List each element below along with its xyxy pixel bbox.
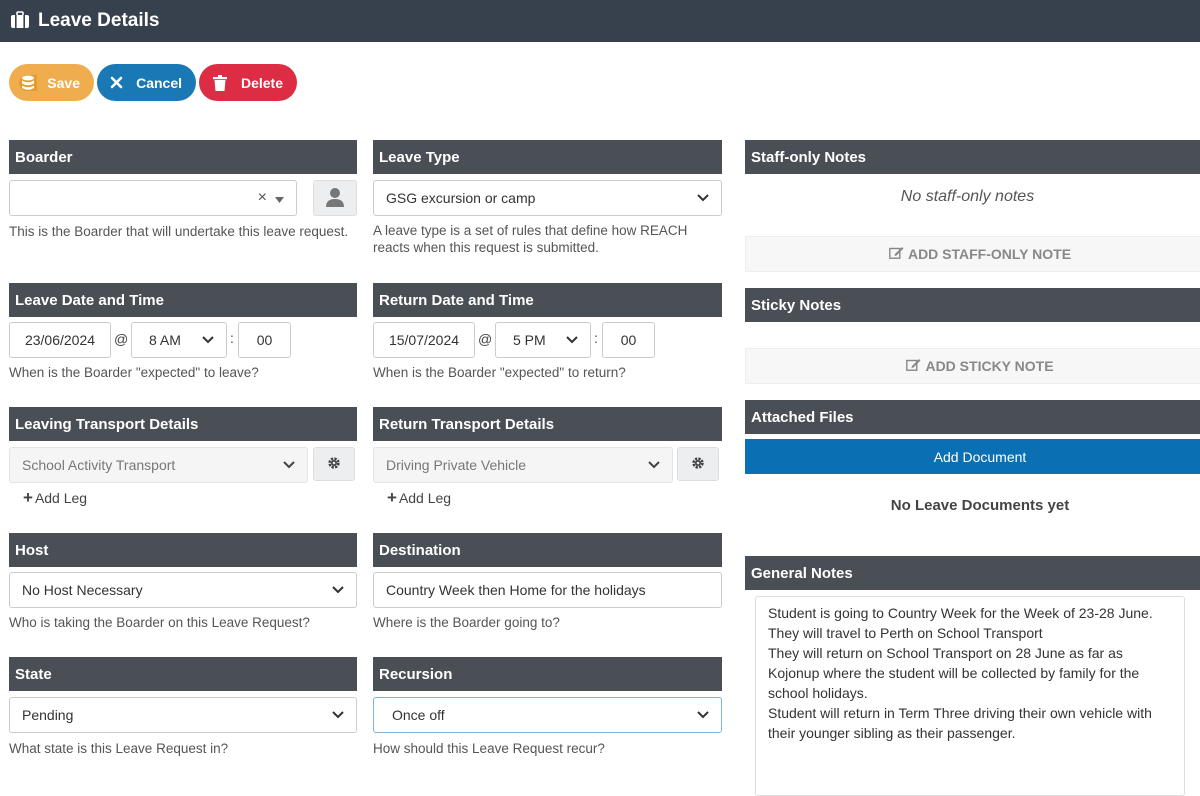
host-heading: Host	[9, 533, 357, 567]
leave-type-help: A leave type is a set of rules that defi…	[373, 223, 688, 255]
chevron-down-icon	[202, 334, 214, 346]
page-title: Leave Details	[38, 10, 160, 31]
save-label: Save	[47, 74, 80, 91]
state-heading: State	[9, 657, 357, 691]
suitcase-icon	[10, 10, 30, 32]
leave-type-value: GSG excursion or camp	[386, 190, 536, 206]
staff-notes-empty: No staff-only notes	[900, 188, 1035, 205]
leaving-transport-value: School Activity Transport	[22, 457, 176, 473]
chevron-down-icon	[697, 709, 709, 721]
chevron-down-icon	[697, 192, 709, 204]
return-add-leg-link[interactable]: + Add Leg	[387, 488, 451, 508]
add-staff-note-label: ADD STAFF-ONLY NOTE	[907, 246, 1072, 262]
state-value: Pending	[22, 707, 74, 723]
return-transport-settings-button[interactable]	[677, 447, 719, 481]
cancel-button[interactable]: Cancel	[97, 64, 196, 101]
close-icon	[107, 76, 126, 89]
state-select[interactable]: Pending	[9, 697, 357, 733]
chevron-down-icon	[283, 459, 295, 471]
general-notes-textarea[interactable]: Student is going to Country Week for the…	[755, 596, 1185, 796]
delete-button[interactable]: Delete	[199, 64, 297, 101]
add-sticky-note-label: ADD STICKY NOTE	[925, 358, 1054, 374]
leave-type-heading: Leave Type	[373, 140, 722, 174]
recursion-help: How should this Leave Request recur?	[373, 741, 605, 756]
destination-heading: Destination	[373, 533, 722, 567]
return-transport-value: Driving Private Vehicle	[386, 457, 527, 473]
leaving-add-leg-link[interactable]: + Add Leg	[23, 488, 87, 508]
cancel-label: Cancel	[136, 74, 182, 91]
return-hour-value: 5 PM	[513, 332, 546, 348]
host-value: No Host Necessary	[22, 582, 143, 598]
recursion-select[interactable]: Once off	[373, 697, 722, 733]
add-document-button[interactable]: Add Document	[745, 439, 1200, 474]
destination-help: Where is the Boarder going to?	[373, 615, 560, 630]
gear-icon	[691, 456, 705, 473]
chevron-down-icon	[648, 459, 660, 471]
leave-at-label: @	[114, 331, 129, 347]
leave-minute-input[interactable]: 00	[238, 322, 291, 358]
destination-input[interactable]: Country Week then Home for the holidays	[373, 572, 722, 608]
return-hour-select[interactable]: 5 PM	[495, 322, 591, 358]
trash-icon	[209, 74, 231, 91]
return-at-label: @	[478, 331, 493, 347]
leave-hour-select[interactable]: 8 AM	[131, 322, 227, 358]
edit-icon	[889, 246, 904, 262]
staff-notes-heading: Staff-only Notes	[745, 140, 1200, 174]
boarder-heading: Boarder	[9, 140, 357, 174]
chevron-down-icon	[332, 709, 344, 721]
leave-time-sep: :	[230, 330, 234, 346]
return-date-help: When is the Boarder "expected" to return…	[373, 365, 626, 380]
save-button[interactable]: Save	[9, 64, 94, 101]
return-date-heading: Return Date and Time	[373, 283, 722, 317]
leaving-add-leg-label: Add Leg	[34, 490, 88, 506]
chevron-down-icon	[566, 334, 578, 346]
add-staff-note-button[interactable]: ADD STAFF-ONLY NOTE	[745, 236, 1200, 272]
boarder-help: This is the Boarder that will undertake …	[9, 224, 349, 239]
host-select[interactable]: No Host Necessary	[9, 572, 357, 608]
add-sticky-note-button[interactable]: ADD STICKY NOTE	[745, 348, 1200, 384]
caret-down-icon	[275, 190, 284, 206]
host-help: Who is taking the Boarder on this Leave …	[9, 615, 310, 630]
database-icon	[19, 74, 38, 91]
gear-icon	[327, 456, 341, 473]
leave-date-help: When is the Boarder "expected" to leave?	[9, 365, 259, 380]
no-documents-text: No Leave Documents yet	[890, 497, 1070, 514]
sticky-notes-heading: Sticky Notes	[745, 288, 1200, 322]
leave-date-input[interactable]: 23/06/2024	[9, 322, 111, 358]
return-transport-heading: Return Transport Details	[373, 407, 722, 441]
state-help: What state is this Leave Request in?	[9, 741, 229, 756]
general-notes-heading: General Notes	[745, 556, 1200, 590]
page-header: Leave Details	[0, 0, 1200, 42]
boarder-select[interactable]: ×	[9, 180, 297, 216]
plus-icon: +	[23, 488, 33, 507]
return-add-leg-label: Add Leg	[398, 490, 452, 506]
recursion-heading: Recursion	[373, 657, 722, 691]
attached-files-heading: Attached Files	[745, 400, 1200, 434]
plus-icon: +	[387, 488, 397, 507]
return-date-input[interactable]: 15/07/2024	[373, 322, 475, 358]
clear-icon[interactable]: ×	[258, 189, 267, 207]
leaving-transport-select[interactable]: School Activity Transport	[9, 447, 308, 483]
chevron-down-icon	[332, 584, 344, 596]
recursion-value: Once off	[392, 707, 445, 723]
leaving-transport-settings-button[interactable]	[313, 447, 355, 481]
leaving-transport-heading: Leaving Transport Details	[9, 407, 357, 441]
leave-type-select[interactable]: GSG excursion or camp	[373, 180, 722, 216]
return-minute-input[interactable]: 00	[602, 322, 655, 358]
user-icon	[326, 187, 344, 210]
delete-label: Delete	[240, 74, 283, 91]
return-transport-select[interactable]: Driving Private Vehicle	[373, 447, 673, 483]
leave-date-heading: Leave Date and Time	[9, 283, 357, 317]
leave-hour-value: 8 AM	[149, 332, 181, 348]
edit-icon	[906, 358, 921, 374]
boarder-profile-button[interactable]	[313, 180, 357, 216]
return-time-sep: :	[594, 330, 598, 346]
